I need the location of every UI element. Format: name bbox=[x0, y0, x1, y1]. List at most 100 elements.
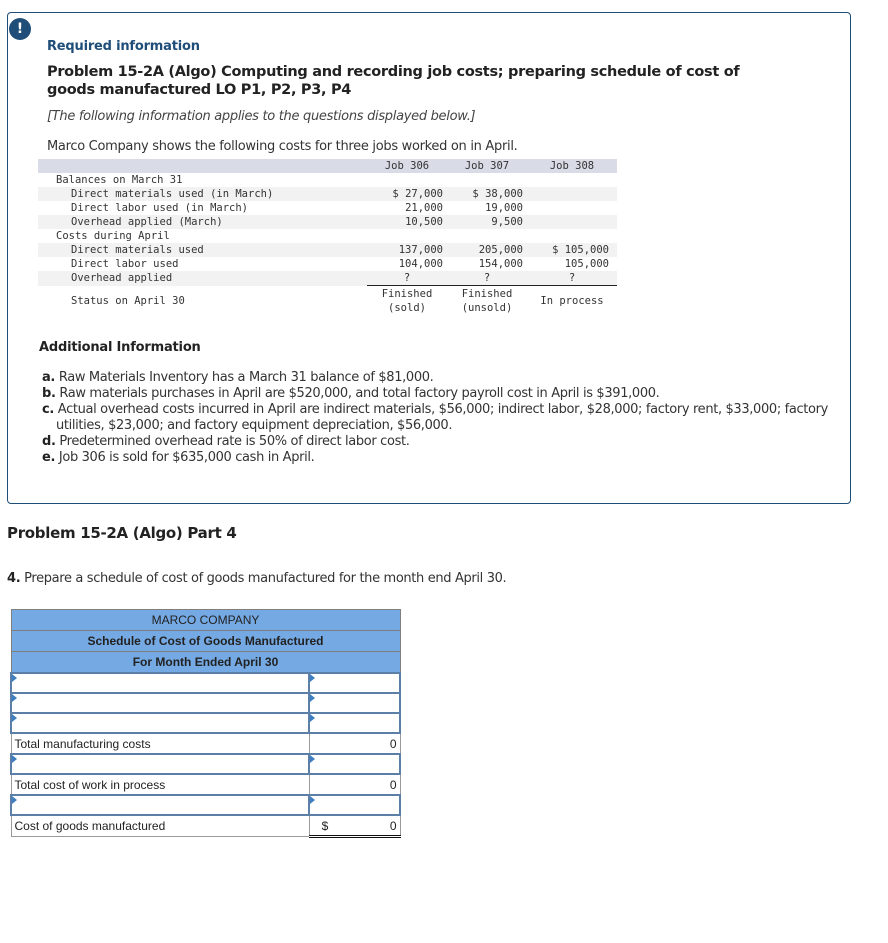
amount-input[interactable] bbox=[310, 796, 399, 814]
input-row bbox=[9, 794, 401, 816]
total-manufacturing-row: Total manufacturing costs 0 bbox=[10, 732, 401, 755]
schedule-period: For Month Ended April 30 bbox=[10, 651, 401, 674]
list-item: a. Raw Materials Inventory has a March 3… bbox=[42, 370, 832, 386]
cell-job-308: 105,000 bbox=[564, 258, 609, 270]
total-wip-label: Total cost of work in process bbox=[10, 773, 310, 796]
table-row: Overhead applied (March) 10,500 9,500 bbox=[38, 215, 617, 229]
table-row: Balances on March 31 bbox=[38, 173, 617, 187]
label-dropdown[interactable] bbox=[9, 794, 311, 816]
dropdown-marker-icon bbox=[12, 674, 17, 682]
item-key: d. bbox=[42, 434, 56, 449]
status-job-308: In process bbox=[527, 285, 617, 316]
amount-cell[interactable] bbox=[308, 712, 401, 734]
cell-job-306: 21,000 bbox=[405, 202, 443, 214]
cell-job-307 bbox=[447, 173, 527, 187]
dropdown-marker-icon bbox=[12, 755, 17, 763]
input-row bbox=[9, 672, 401, 694]
table-row: Direct materials used 137,000 205,000 $ … bbox=[38, 243, 617, 257]
amount-input[interactable] bbox=[310, 755, 399, 773]
info-note: [The following information applies to th… bbox=[47, 109, 476, 124]
label-dropdown[interactable] bbox=[9, 712, 311, 734]
cell-job-308: $ 105,000 bbox=[527, 243, 617, 257]
label-input[interactable] bbox=[12, 755, 309, 773]
item-text: Raw Materials Inventory has a March 31 b… bbox=[58, 370, 434, 385]
problem-title: Problem 15-2A (Algo) Computing and recor… bbox=[47, 64, 740, 98]
cell-job-306 bbox=[367, 173, 447, 187]
item-text: Predetermined overhead rate is 50% of di… bbox=[59, 434, 410, 449]
cell-job-307: 19,000 bbox=[485, 202, 523, 214]
label-dropdown[interactable] bbox=[9, 672, 311, 694]
question-number: 4. bbox=[7, 571, 21, 586]
cogm-value: 0 bbox=[389, 818, 397, 833]
part-question: 4. Prepare a schedule of cost of goods m… bbox=[7, 571, 507, 586]
additional-info-heading: Additional Information bbox=[39, 340, 201, 355]
schedule-header-period: For Month Ended April 30 bbox=[10, 651, 401, 674]
cell-job-306: 10,500 bbox=[367, 215, 447, 229]
list-item: b. Raw materials purchases in April are … bbox=[42, 386, 832, 402]
required-info-heading: Required information bbox=[47, 39, 200, 54]
row-label: Direct labor used bbox=[71, 258, 179, 270]
item-key: c. bbox=[42, 402, 54, 417]
cogm-amount-cell: $0 bbox=[308, 814, 401, 838]
cogm-row: Cost of goods manufactured $0 bbox=[10, 814, 401, 838]
cell-job-307: 205,000 bbox=[447, 243, 527, 257]
label-input[interactable] bbox=[12, 796, 309, 814]
cell-job-308: ? bbox=[527, 271, 617, 286]
schedule-title: Schedule of Cost of Goods Manufactured bbox=[10, 630, 401, 652]
status-job-307: Finished (unsold) bbox=[447, 285, 527, 316]
amount-input[interactable] bbox=[310, 674, 399, 692]
table-row: Overhead applied ? ? ? bbox=[38, 271, 617, 286]
row-label: Costs during April bbox=[56, 230, 170, 242]
row-label: Overhead applied (March) bbox=[38, 215, 367, 229]
dropdown-marker-icon bbox=[310, 796, 316, 804]
list-item: d. Predetermined overhead rate is 50% of… bbox=[42, 434, 832, 450]
alert-icon: ! bbox=[9, 18, 31, 40]
item-key: e. bbox=[42, 450, 56, 465]
amount-input[interactable] bbox=[310, 694, 399, 712]
table-row: Direct materials used (in March) $ 27,00… bbox=[38, 187, 617, 201]
item-text: Raw materials purchases in April are $52… bbox=[59, 386, 660, 401]
header-job-308: Job 308 bbox=[527, 159, 617, 173]
cell-job-307: $ 38,000 bbox=[447, 187, 527, 201]
job-cost-table: Job 306 Job 307 Job 308 Balances on Marc… bbox=[38, 159, 617, 316]
dropdown-marker-icon bbox=[310, 674, 316, 682]
label-input[interactable] bbox=[12, 674, 309, 692]
table-row: Direct labor used (in March) 21,000 19,0… bbox=[38, 201, 617, 215]
header-label-cell bbox=[38, 159, 367, 173]
dropdown-marker-icon bbox=[310, 714, 316, 722]
cell-job-306 bbox=[367, 229, 447, 243]
table-row: Costs during April bbox=[38, 229, 617, 243]
item-key: a. bbox=[42, 370, 56, 385]
total-wip-row: Total cost of work in process 0 bbox=[10, 773, 401, 796]
company-name: MARCO COMPANY bbox=[10, 609, 401, 631]
dropdown-marker-icon bbox=[12, 714, 17, 722]
cell-job-308 bbox=[527, 187, 617, 201]
intro-text: Marco Company shows the following costs … bbox=[47, 139, 518, 154]
label-dropdown[interactable] bbox=[9, 692, 311, 714]
label-dropdown[interactable] bbox=[9, 753, 311, 775]
amount-cell[interactable] bbox=[308, 794, 401, 816]
amount-cell[interactable] bbox=[308, 672, 401, 694]
row-label: Direct materials used bbox=[38, 243, 367, 257]
job-table-header: Job 306 Job 307 Job 308 bbox=[38, 159, 617, 173]
dropdown-marker-icon bbox=[12, 796, 17, 804]
part-title: Problem 15-2A (Algo) Part 4 bbox=[7, 524, 237, 542]
schedule-header-title: Schedule of Cost of Goods Manufactured bbox=[10, 630, 401, 652]
currency-symbol: $ bbox=[321, 819, 329, 833]
dropdown-marker-icon bbox=[310, 755, 316, 763]
cell-job-308 bbox=[527, 215, 617, 229]
amount-cell[interactable] bbox=[308, 692, 401, 714]
item-text: Actual overhead costs incurred in April … bbox=[56, 402, 828, 433]
input-row bbox=[9, 753, 401, 775]
schedule-header-company: MARCO COMPANY bbox=[10, 609, 401, 631]
label-input[interactable] bbox=[12, 714, 309, 732]
cogm-label: Cost of goods manufactured bbox=[10, 814, 310, 837]
amount-input[interactable] bbox=[310, 714, 399, 732]
cell-job-306: 104,000 bbox=[398, 258, 443, 270]
label-input[interactable] bbox=[12, 694, 309, 712]
cell-job-308 bbox=[527, 229, 617, 243]
cell-job-308 bbox=[527, 173, 617, 187]
cell-job-306: $ 27,000 bbox=[367, 187, 447, 201]
header-job-307: Job 307 bbox=[447, 159, 527, 173]
amount-cell[interactable] bbox=[308, 753, 401, 775]
